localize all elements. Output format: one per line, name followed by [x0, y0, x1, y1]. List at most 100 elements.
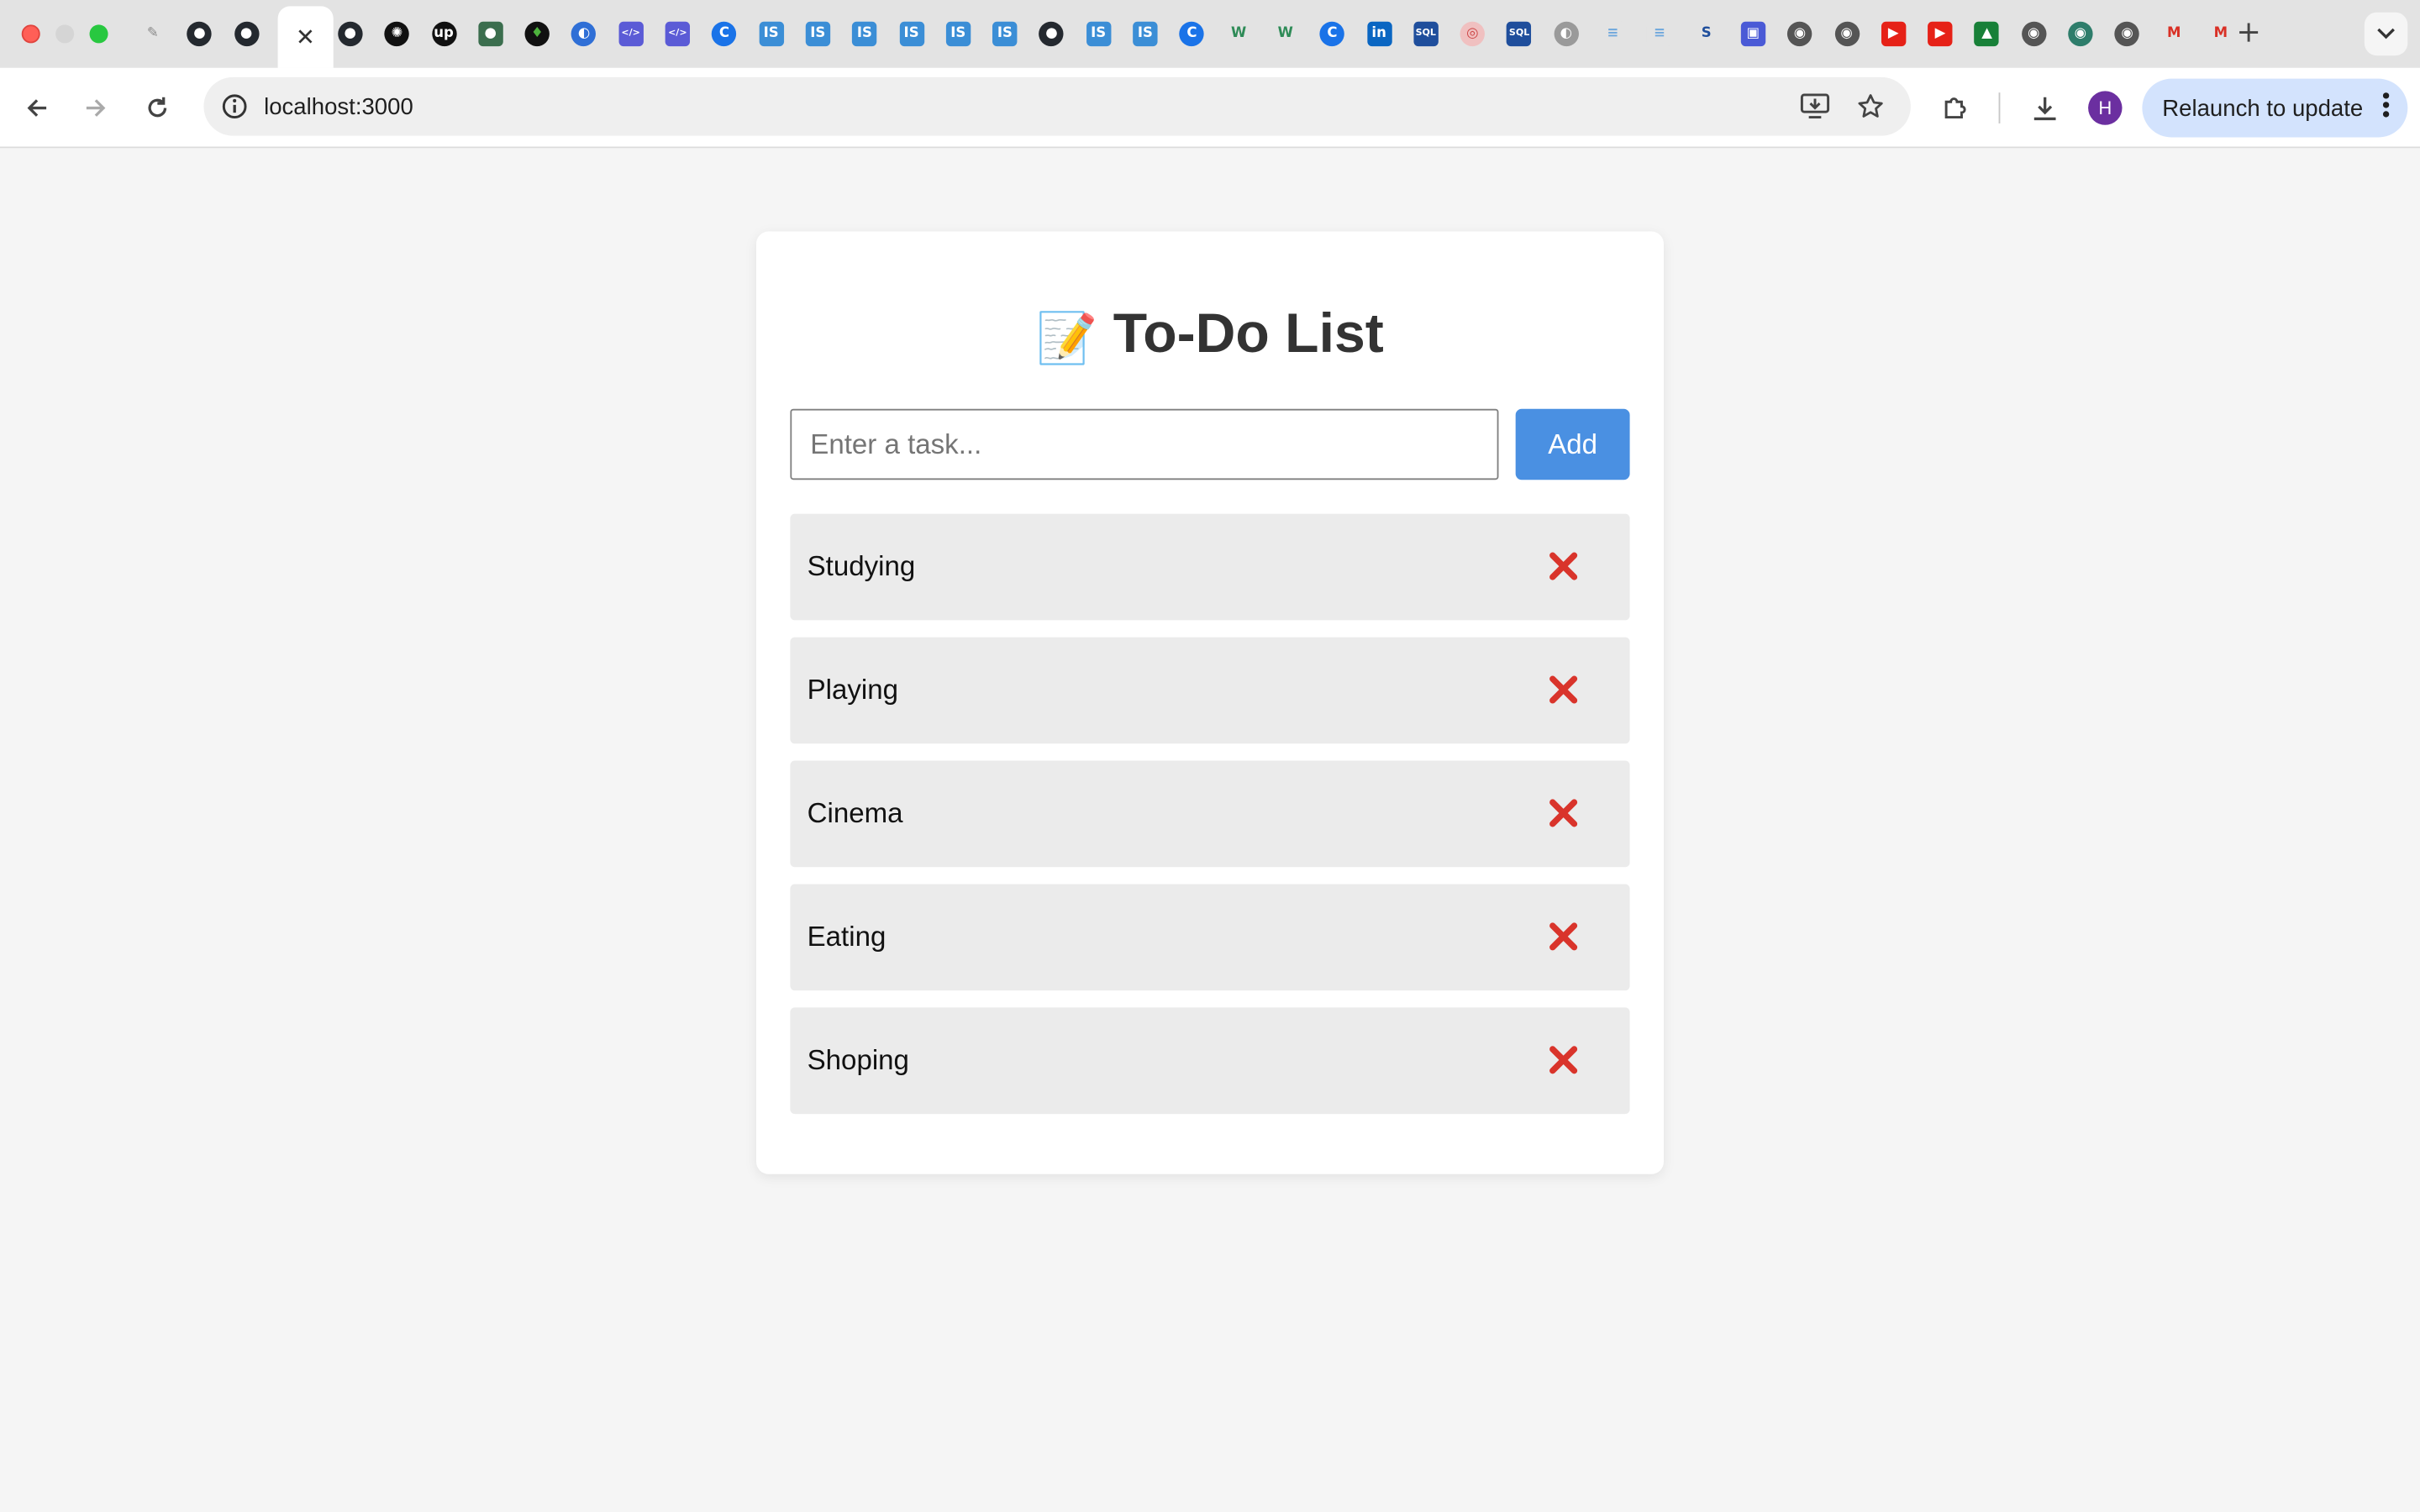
- gmail-icon: M: [2208, 21, 2233, 47]
- w3-icon: W: [1273, 21, 1298, 47]
- database-icon: ≡: [1647, 21, 1672, 47]
- delete-task-button[interactable]: [1546, 671, 1580, 708]
- back-button[interactable]: [15, 87, 58, 129]
- task-input[interactable]: [790, 408, 1499, 480]
- minimize-window-button[interactable]: [55, 24, 75, 44]
- globe-icon: ◐: [571, 21, 597, 47]
- delete-task-button[interactable]: [1546, 795, 1580, 832]
- browser-tab[interactable]: SQL: [1497, 13, 1543, 55]
- cross-mark-icon: [1549, 922, 1578, 951]
- browser-tab[interactable]: IS: [981, 13, 1028, 55]
- browser-tab[interactable]: IS: [748, 13, 794, 55]
- browser-tab[interactable]: W: [1262, 13, 1308, 55]
- browser-tab[interactable]: IS: [795, 13, 841, 55]
- tab-active-localhost[interactable]: ✕: [277, 6, 334, 68]
- browser-tab[interactable]: ≡: [1636, 13, 1682, 55]
- browser-tab[interactable]: ♦: [514, 13, 560, 55]
- page-title: 📝 To-Do List: [0, 301, 2420, 367]
- forward-button[interactable]: [74, 87, 117, 129]
- bookmark-star-icon[interactable]: [1852, 88, 1889, 125]
- browser-tab[interactable]: ✎: [129, 13, 176, 55]
- browser-tab[interactable]: in: [1356, 13, 1402, 55]
- plus-icon: [2239, 23, 2259, 42]
- browser-tab[interactable]: ●: [176, 13, 223, 55]
- upwork-icon: up: [431, 21, 456, 47]
- browser-tab[interactable]: C: [1309, 13, 1355, 55]
- new-tab-button[interactable]: [2232, 15, 2265, 49]
- task-item: Shoping: [790, 1007, 1630, 1115]
- browser-tab[interactable]: ▲: [1964, 13, 2010, 55]
- browser-tab[interactable]: IS: [1122, 13, 1168, 55]
- browser-tab[interactable]: ●: [327, 13, 373, 55]
- browser-toolbar: localhost:3000 H Relaunch to update: [0, 67, 2420, 149]
- task-item: Studying: [790, 513, 1630, 621]
- browser-tab[interactable]: </>: [655, 13, 701, 55]
- delete-task-button[interactable]: [1546, 548, 1580, 585]
- browser-tab[interactable]: ◉: [2011, 13, 2057, 55]
- site-info-icon[interactable]: [216, 88, 253, 125]
- is-icon: IS: [758, 21, 784, 47]
- browser-tab[interactable]: ▶: [1917, 13, 1963, 55]
- task-label: Eating: [807, 921, 886, 953]
- task-label: Cinema: [807, 797, 903, 829]
- task-item: Cinema: [790, 760, 1630, 868]
- browser-tab[interactable]: IS: [935, 13, 981, 55]
- delete-task-button[interactable]: [1546, 1042, 1580, 1079]
- browser-tab[interactable]: M: [2151, 13, 2197, 55]
- browser-tab[interactable]: ◉: [1776, 13, 1823, 55]
- s-icon: S: [1693, 21, 1719, 47]
- github-icon: ●: [338, 21, 363, 47]
- browser-tab[interactable]: SQL: [1402, 13, 1449, 55]
- page-title-text: To-Do List: [1113, 301, 1384, 365]
- close-window-button[interactable]: [21, 24, 40, 44]
- browser-tab[interactable]: ●: [467, 13, 513, 55]
- c-icon: C: [1179, 21, 1205, 47]
- delete-task-button[interactable]: [1546, 918, 1580, 955]
- toolbar-divider: [1998, 92, 2001, 123]
- mongodb-icon: ♦: [524, 21, 550, 47]
- browser-tab[interactable]: W: [1216, 13, 1262, 55]
- w3-icon: W: [1226, 21, 1251, 47]
- browser-tab[interactable]: ◎: [1449, 13, 1496, 55]
- profile-avatar[interactable]: H: [2088, 91, 2123, 125]
- browser-tab[interactable]: ✺: [374, 13, 420, 55]
- code-icon: </>: [618, 21, 644, 47]
- sql-icon: SQL: [1413, 21, 1439, 47]
- browser-tab[interactable]: C: [701, 13, 747, 55]
- browser-tab[interactable]: IS: [1076, 13, 1122, 55]
- address-bar[interactable]: localhost:3000: [203, 76, 1911, 136]
- browser-tab[interactable]: C: [1169, 13, 1215, 55]
- browser-tab[interactable]: ▣: [1730, 13, 1776, 55]
- reload-button[interactable]: [136, 87, 179, 129]
- arrow-left-icon: [27, 99, 47, 117]
- extensions-button[interactable]: [1933, 87, 1976, 129]
- more-menu-icon[interactable]: [2382, 92, 2390, 120]
- browser-tab[interactable]: IS: [888, 13, 934, 55]
- browser-tab[interactable]: ≡: [1590, 13, 1636, 55]
- browser-tab[interactable]: ◐: [1543, 13, 1589, 55]
- browser-tab[interactable]: ●: [1028, 13, 1075, 55]
- browser-tab[interactable]: ◐: [560, 13, 607, 55]
- downloads-button[interactable]: [2023, 87, 2066, 129]
- browser-tab[interactable]: S: [1683, 13, 1729, 55]
- tab-search-button[interactable]: [2364, 12, 2408, 56]
- browser-tab[interactable]: </>: [608, 13, 654, 55]
- browser-tab[interactable]: ◉: [2057, 13, 2103, 55]
- install-app-icon[interactable]: [1797, 88, 1833, 125]
- chrome-icon: ◉: [1833, 21, 1860, 47]
- download-icon: [2033, 97, 2056, 121]
- browser-tab[interactable]: up: [421, 13, 467, 55]
- maximize-window-button[interactable]: [89, 24, 108, 44]
- close-tab-icon[interactable]: ✕: [296, 24, 315, 51]
- add-task-button[interactable]: Add: [1515, 408, 1630, 480]
- youtube-icon: ▶: [1881, 21, 1906, 47]
- chrome-icon: ◉: [2068, 21, 2093, 47]
- browser-tab[interactable]: IS: [841, 13, 887, 55]
- browser-tab[interactable]: ●: [224, 13, 270, 55]
- relaunch-to-update-button[interactable]: Relaunch to update: [2142, 78, 2408, 138]
- browser-tab[interactable]: ▶: [1870, 13, 1917, 55]
- browser-tab[interactable]: ◉: [2104, 13, 2150, 55]
- openai-icon: ✺: [384, 21, 410, 47]
- browser-tab[interactable]: ◉: [1823, 13, 1870, 55]
- cross-mark-icon: [1549, 675, 1578, 704]
